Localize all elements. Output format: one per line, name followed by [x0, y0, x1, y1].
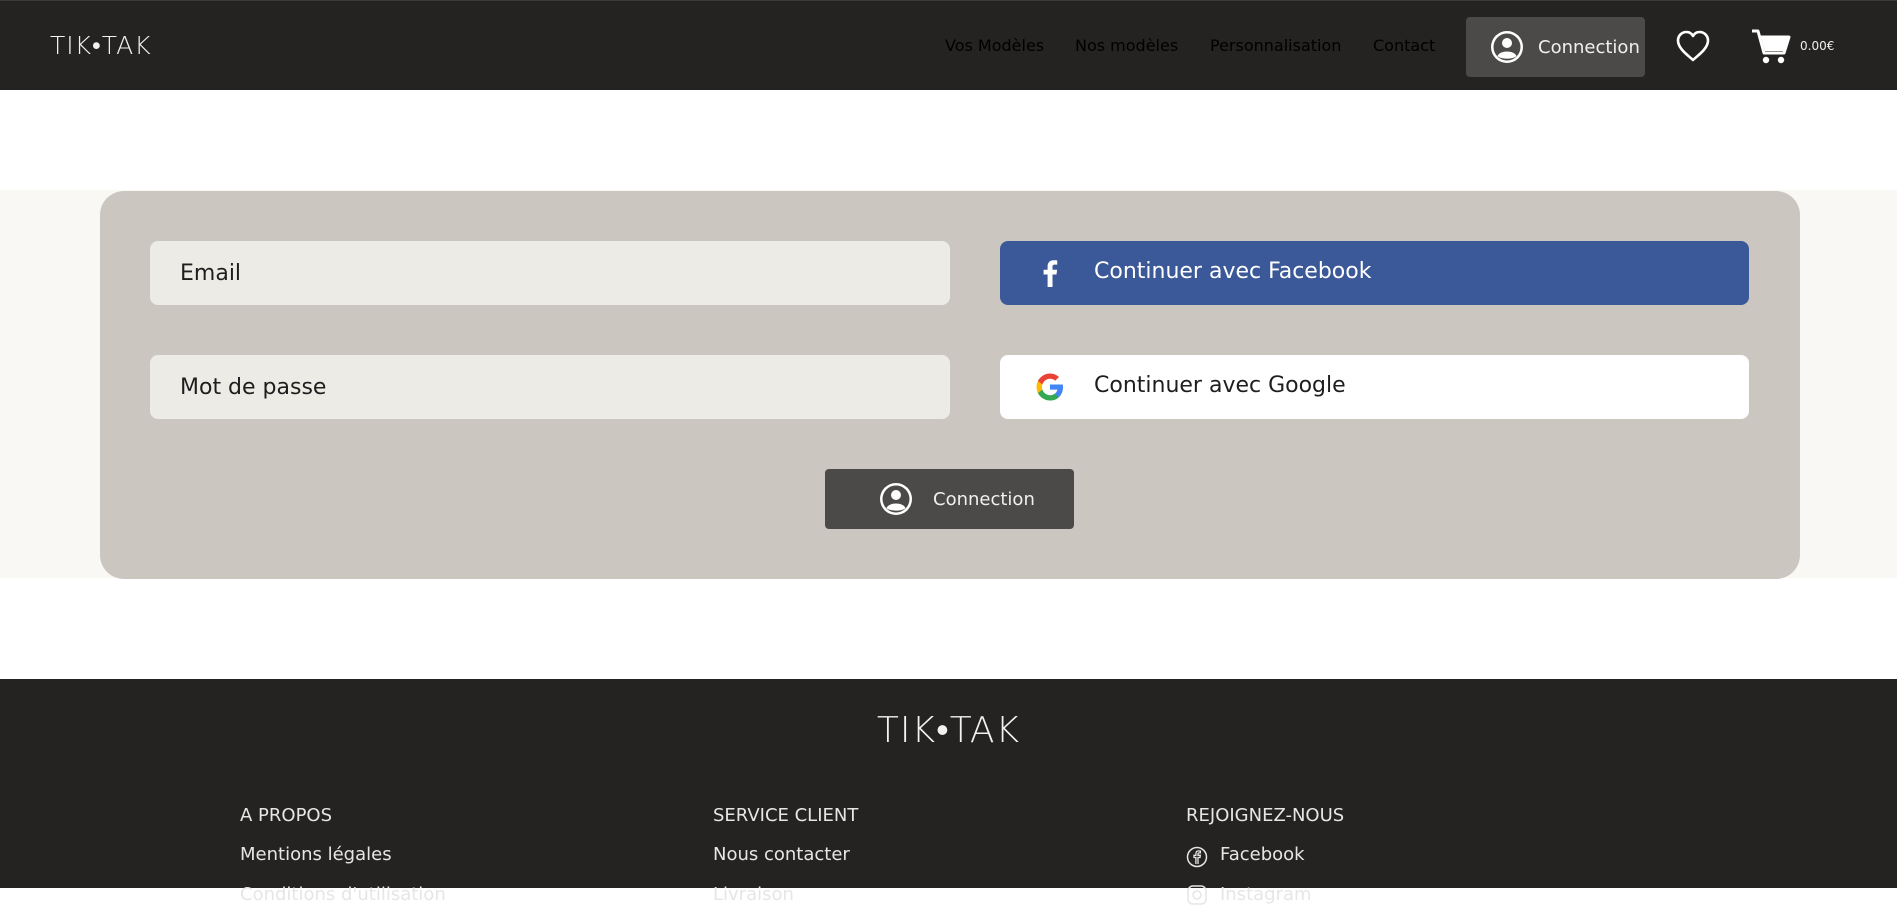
- email-field[interactable]: [150, 241, 950, 305]
- heart-icon[interactable]: [1675, 29, 1711, 63]
- google-login-label: Continuer avec Google: [1094, 373, 1346, 398]
- cart-icon[interactable]: [1750, 25, 1792, 67]
- nav-item-nos-modeles[interactable]: Nos modèles: [1075, 36, 1178, 55]
- login-submit-button[interactable]: Connection: [825, 469, 1074, 529]
- footer-link-livraison[interactable]: Livraison: [713, 884, 794, 905]
- cart-total: 0.00€: [1800, 39, 1835, 53]
- nav-item-personnalisation[interactable]: Personnalisation: [1210, 36, 1341, 55]
- site-header: TIK•TAK Vos Modèles Nos modèles Personna…: [0, 0, 1897, 90]
- google-icon: [1036, 373, 1063, 401]
- footer-heading-apropos: A PROPOS: [240, 805, 333, 826]
- footer-link-mentions[interactable]: Mentions légales: [240, 844, 392, 865]
- footer-link-contact[interactable]: Nous contacter: [713, 844, 850, 865]
- password-field[interactable]: [150, 355, 950, 419]
- footer-link-conditions[interactable]: Conditions d'utilisation: [240, 884, 446, 905]
- nav-item-vos-modeles[interactable]: Vos Modèles: [945, 36, 1044, 55]
- instagram-icon: [1187, 885, 1207, 905]
- user-circle-icon: [880, 483, 912, 515]
- footer-link-instagram[interactable]: Instagram: [1220, 884, 1312, 905]
- site-footer: TIK•TAK A PROPOS Mentions légales Condit…: [0, 679, 1897, 905]
- nav-item-contact[interactable]: Contact: [1373, 36, 1435, 55]
- header-connection-button[interactable]: Connection: [1466, 17, 1645, 77]
- facebook-login-button[interactable]: Continuer avec Facebook: [1000, 241, 1749, 305]
- footer-link-facebook[interactable]: Facebook: [1220, 844, 1305, 865]
- footer-logo: TIK•TAK: [876, 710, 1021, 751]
- footer-heading-service: SERVICE CLIENT: [713, 805, 859, 826]
- facebook-icon: [1043, 260, 1058, 287]
- header-logo[interactable]: TIK•TAK: [50, 31, 152, 61]
- facebook-icon: [1186, 846, 1208, 868]
- user-circle-icon: [1491, 31, 1523, 63]
- facebook-login-label: Continuer avec Facebook: [1094, 259, 1372, 284]
- footer-heading-rejoignez: REJOIGNEZ-NOUS: [1186, 805, 1345, 826]
- header-connection-label: Connection: [1538, 36, 1640, 58]
- google-login-button[interactable]: Continuer avec Google: [1000, 355, 1749, 419]
- login-submit-label: Connection: [933, 488, 1035, 510]
